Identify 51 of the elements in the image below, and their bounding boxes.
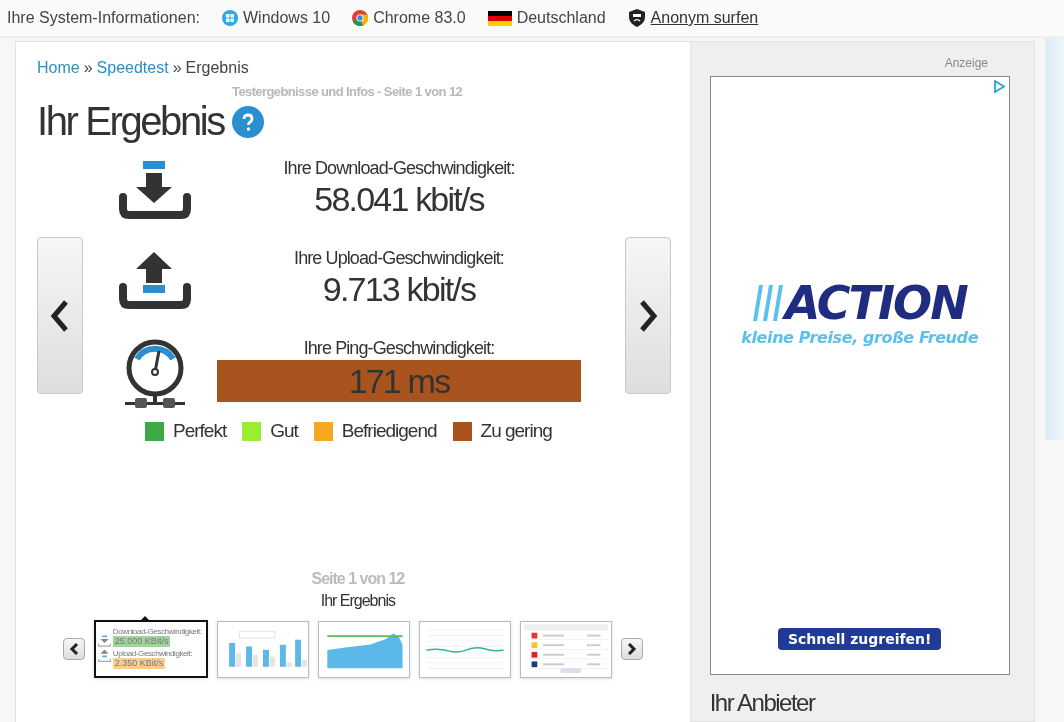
chevron-right-icon [626,642,637,656]
chevron-left-icon [68,642,79,656]
result-value: 171 ms [348,361,450,401]
system-info-value: Chrome 83.0 [373,9,466,27]
next-button[interactable] [625,237,671,394]
stripes-icon [752,285,783,321]
chevron-right-icon [638,298,658,333]
thumbnail-next-button[interactable] [620,638,643,660]
page-heading: Ihr Ergebnis [37,99,224,144]
thumbnail-label: Download-Geschwindigkeit: [112,627,202,636]
legend-label: Perfekt [173,420,227,442]
system-info-value: Windows 10 [242,9,331,27]
gauge-icon [123,339,187,409]
page-counter: Seite 1 von 12 [311,570,405,588]
windows-icon [221,10,238,26]
thumbnail-value: 25.000 KBit/s [112,636,171,647]
brand-logo: ACTION [784,280,967,326]
breadcrumb-link[interactable]: Speedtest [96,59,169,77]
breadcrumb-current: Ergebnis [185,59,249,77]
anonym-link[interactable]: Anonym surfen [650,9,759,27]
download-icon [119,159,191,221]
breadcrumb-separator: » [83,59,93,77]
ad-label: Anzeige [944,56,989,70]
result-label: Ihre Upload-Geschwindigkeit: [294,248,504,269]
page-title: Ihr Ergebnis [320,592,395,610]
ad-cta-button[interactable]: Schnell zugreifen! [777,628,942,650]
legend-label: Zu gering [480,420,552,442]
result-label: Ihre Ping-Geschwindigkeit: [303,338,495,359]
chrome-icon [352,10,369,26]
thumbnail-previous-button[interactable] [62,638,85,660]
thumbnail-label: Upload-Geschwindigkeit: [112,649,193,658]
legend-label: Befriedigend [341,420,437,442]
chevron-left-icon [50,298,70,333]
flag-icon [487,10,512,26]
legend-label: Gut [270,420,298,442]
system-info-value: Deutschland [516,9,606,27]
ad-slogan: kleine Preise, große Freude [741,328,979,347]
page-info: Testergebnisse und Infos - Seite 1 von 12 [232,84,464,99]
result-label: Ihre Download-Geschwindigkeit: [283,158,515,179]
previous-button[interactable] [37,237,83,394]
result-value: 9.713 kbit/s [322,269,476,309]
help-button[interactable] [231,105,264,138]
upload-icon [119,249,191,311]
breadcrumb-link[interactable]: Home [37,59,80,77]
sidebar-heading: Ihr Anbieter [709,689,816,717]
ad-choices-icon [992,80,1006,93]
breadcrumb-separator: » [172,59,182,77]
shield-icon [627,8,646,28]
thumbnail-value: 2.350 KBit/s [112,658,166,669]
result-value: 58.041 kbit/s [314,179,484,219]
system-info-label: Ihre System-Informationen: [7,9,200,27]
